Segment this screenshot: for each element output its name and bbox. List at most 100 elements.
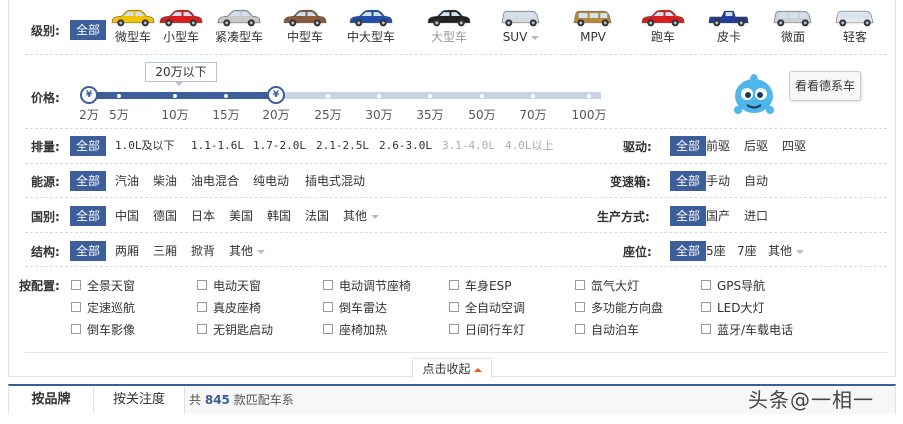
structure-option[interactable]: 其他 bbox=[229, 241, 266, 261]
country-option[interactable]: 其他 bbox=[343, 206, 380, 226]
checkbox[interactable] bbox=[71, 324, 81, 334]
checkbox[interactable] bbox=[575, 280, 585, 290]
config-option[interactable]: 车身ESP bbox=[449, 277, 511, 293]
price-tick-label[interactable]: 10万 bbox=[161, 106, 188, 123]
config-option[interactable]: 全景天窗 bbox=[71, 277, 135, 293]
tab-by-attention[interactable]: 按关注度 bbox=[93, 386, 185, 414]
checkbox[interactable] bbox=[575, 324, 585, 334]
country-option[interactable]: 美国 bbox=[229, 206, 253, 226]
price-tick-label[interactable]: 100万 bbox=[572, 106, 607, 123]
energy-option[interactable]: 汽油 bbox=[115, 171, 139, 191]
level-item-3[interactable]: 紧凑型车 bbox=[207, 7, 271, 45]
level-item-4[interactable]: 中型车 bbox=[273, 7, 337, 45]
checkbox[interactable] bbox=[701, 280, 711, 290]
displacement-all-button[interactable]: 全部 bbox=[70, 136, 107, 156]
country-option[interactable]: 韩国 bbox=[267, 206, 291, 226]
config-option[interactable]: 氙气大灯 bbox=[575, 277, 639, 293]
displacement-option[interactable]: 1.7-2.0L bbox=[253, 136, 306, 156]
checkbox[interactable] bbox=[701, 302, 711, 312]
checkbox[interactable] bbox=[701, 324, 711, 334]
config-option[interactable]: 电动调节座椅 bbox=[323, 277, 411, 293]
config-option[interactable]: 日间行车灯 bbox=[449, 321, 525, 337]
energy-option[interactable]: 插电式混动 bbox=[305, 171, 365, 191]
level-item-10[interactable]: 皮卡 bbox=[697, 7, 761, 45]
energy-option[interactable]: 柴油 bbox=[153, 171, 177, 191]
price-tick-label[interactable]: 25万 bbox=[314, 106, 341, 123]
tab-by-brand[interactable]: 按品牌 bbox=[9, 386, 93, 414]
energy-all-button[interactable]: 全部 bbox=[70, 171, 107, 191]
config-option[interactable]: 多功能方向盘 bbox=[575, 299, 663, 315]
displacement-option[interactable]: 2.1-2.5L bbox=[316, 136, 369, 156]
checkbox[interactable] bbox=[71, 302, 81, 312]
seats-option[interactable]: 5座 bbox=[706, 241, 726, 261]
displacement-option[interactable]: 3.1-4.0L bbox=[442, 136, 495, 156]
structure-option[interactable]: 掀背 bbox=[191, 241, 215, 261]
config-option[interactable]: GPS导航 bbox=[701, 277, 765, 293]
level-item-8[interactable]: MPV bbox=[561, 7, 625, 45]
checkbox[interactable] bbox=[323, 302, 333, 312]
energy-option[interactable]: 纯电动 bbox=[253, 171, 289, 191]
checkbox[interactable] bbox=[323, 324, 333, 334]
displacement-option[interactable]: 4.0L以上 bbox=[505, 136, 554, 156]
german-cars-promo-button[interactable]: 看看德系车 bbox=[789, 71, 861, 101]
config-option[interactable]: 倒车雷达 bbox=[323, 299, 387, 315]
checkbox[interactable] bbox=[449, 302, 459, 312]
country-option[interactable]: 日本 bbox=[191, 206, 215, 226]
price-min-handle[interactable]: ¥ bbox=[80, 86, 98, 104]
collapse-button[interactable]: 点击收起 bbox=[412, 358, 492, 378]
config-option[interactable]: 蓝牙/车载电话 bbox=[701, 321, 793, 337]
production-all-button[interactable]: 全部 bbox=[670, 206, 707, 226]
price-tick-label[interactable]: 2万 bbox=[79, 106, 99, 123]
level-item-6[interactable]: 大型车 bbox=[417, 7, 481, 45]
seats-option[interactable]: 7座 bbox=[737, 241, 757, 261]
level-item-2[interactable]: 小型车 bbox=[149, 7, 213, 45]
price-tick-label[interactable]: 5万 bbox=[109, 106, 129, 123]
seats-option[interactable]: 其他 bbox=[768, 241, 805, 261]
price-max-handle[interactable]: ¥ bbox=[267, 86, 285, 104]
production-option[interactable]: 国产 bbox=[706, 206, 730, 226]
checkbox[interactable] bbox=[575, 302, 585, 312]
seats-all-button[interactable]: 全部 bbox=[670, 241, 707, 261]
config-option[interactable]: 全自动空调 bbox=[449, 299, 525, 315]
config-option[interactable]: 电动天窗 bbox=[197, 277, 261, 293]
price-tick-label[interactable]: 30万 bbox=[365, 106, 392, 123]
displacement-option[interactable]: 2.6-3.0L bbox=[379, 136, 432, 156]
country-option[interactable]: 中国 bbox=[115, 206, 139, 226]
drive-option[interactable]: 后驱 bbox=[744, 136, 768, 156]
checkbox[interactable] bbox=[71, 280, 81, 290]
config-option[interactable]: 倒车影像 bbox=[71, 321, 135, 337]
level-item-12[interactable]: 轻客 bbox=[823, 7, 887, 45]
price-slider-track[interactable] bbox=[89, 92, 601, 99]
production-option[interactable]: 进口 bbox=[744, 206, 768, 226]
checkbox[interactable] bbox=[197, 280, 207, 290]
config-option[interactable]: 定速巡航 bbox=[71, 299, 135, 315]
config-option[interactable]: 自动泊车 bbox=[575, 321, 639, 337]
config-option[interactable]: 座椅加热 bbox=[323, 321, 387, 337]
country-all-button[interactable]: 全部 bbox=[70, 206, 107, 226]
structure-all-button[interactable]: 全部 bbox=[70, 241, 107, 261]
displacement-option[interactable]: 1.1-1.6L bbox=[191, 136, 244, 156]
checkbox[interactable] bbox=[197, 302, 207, 312]
gearbox-option[interactable]: 手动 bbox=[706, 171, 730, 191]
config-option[interactable]: 真皮座椅 bbox=[197, 299, 261, 315]
level-item-5[interactable]: 中大型车 bbox=[339, 7, 403, 45]
structure-option[interactable]: 两厢 bbox=[115, 241, 139, 261]
gearbox-all-button[interactable]: 全部 bbox=[670, 171, 707, 191]
level-item-9[interactable]: 跑车 bbox=[631, 7, 695, 45]
country-option[interactable]: 德国 bbox=[153, 206, 177, 226]
drive-option[interactable]: 四驱 bbox=[782, 136, 806, 156]
config-option[interactable]: LED大灯 bbox=[701, 299, 765, 315]
gearbox-option[interactable]: 自动 bbox=[744, 171, 768, 191]
energy-option[interactable]: 油电混合 bbox=[191, 171, 239, 191]
price-tick-label[interactable]: 35万 bbox=[416, 106, 443, 123]
price-tick-label[interactable]: 20万 bbox=[262, 106, 289, 123]
country-option[interactable]: 法国 bbox=[305, 206, 329, 226]
price-tick-label[interactable]: 70万 bbox=[519, 106, 546, 123]
level-item-7[interactable]: SUV bbox=[489, 7, 553, 45]
drive-option[interactable]: 前驱 bbox=[706, 136, 730, 156]
level-item-11[interactable]: 微面 bbox=[761, 7, 825, 45]
checkbox[interactable] bbox=[323, 280, 333, 290]
checkbox[interactable] bbox=[449, 280, 459, 290]
structure-option[interactable]: 三厢 bbox=[153, 241, 177, 261]
checkbox[interactable] bbox=[449, 324, 459, 334]
